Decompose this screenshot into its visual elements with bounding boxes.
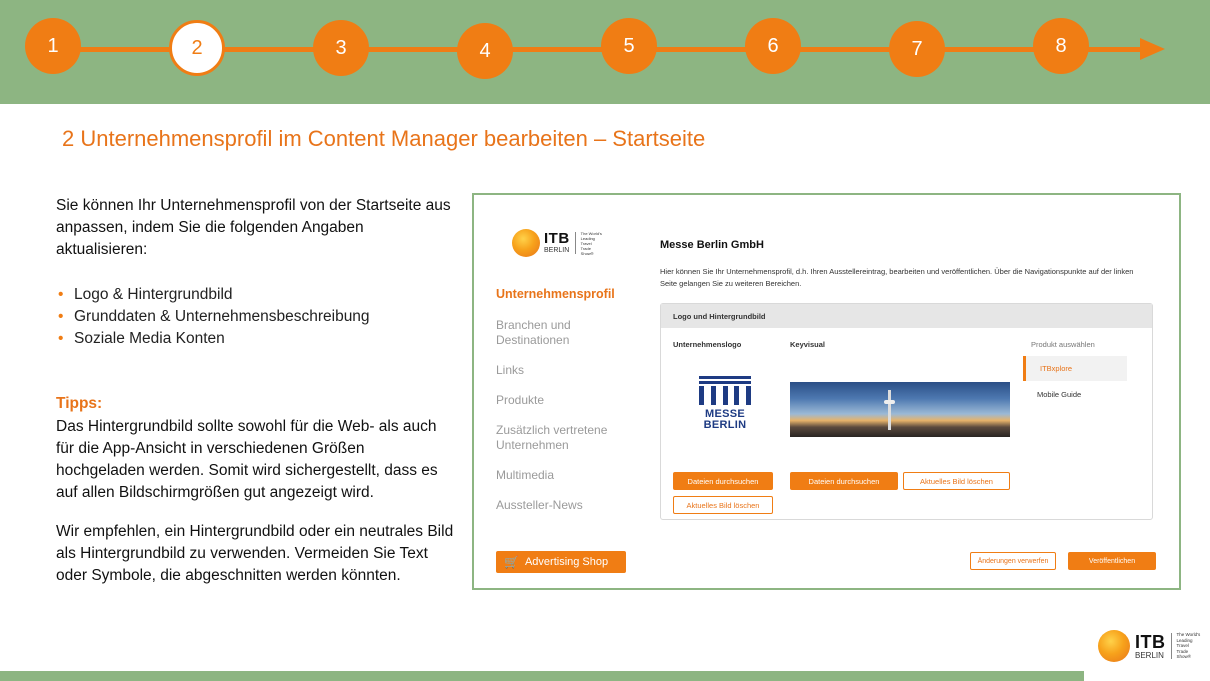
step-8[interactable]: 8: [1033, 18, 1089, 74]
product-item-mobile-guide[interactable]: Mobile Guide: [1023, 382, 1127, 407]
tips-text-2: Wir empfehlen, ein Hintergrundbild oder …: [56, 523, 454, 584]
messe-logo-text: MESSE BERLIN: [703, 408, 747, 431]
footer-logo-tagline: The World's Leading Travel Trade Show®: [1176, 632, 1201, 660]
footer-itb-logo: ITB BERLIN The World's Leading Travel Tra…: [1098, 630, 1201, 662]
logo-tagline: The World's Leading Travel Trade Show®: [580, 230, 602, 256]
cm-sidebar: Unternehmensprofil Branchen und Destinat…: [496, 287, 626, 513]
step-bar: 1 2 3 4 5 6 7 8: [0, 0, 1210, 104]
messe-berlin-logo: MESSE BERLIN: [699, 376, 751, 431]
footer-logo-wordmark: ITB: [1135, 631, 1166, 652]
nav-item-produkte[interactable]: Produkte: [496, 393, 626, 408]
browse-keyvisual-button[interactable]: Dateien durchsuchen: [790, 472, 898, 490]
globe-icon: [1098, 630, 1130, 662]
logo-background-card: Logo und Hintergrundbild Unternehmenslog…: [660, 303, 1153, 520]
keyvisual-label: Keyvisual: [790, 340, 826, 349]
list-item: Soziale Media Konten: [56, 328, 456, 350]
product-select-label: Produkt auswählen: [1031, 340, 1095, 349]
bullet-list: Logo & Hintergrundbild Grunddaten & Unte…: [56, 284, 456, 350]
tips-heading: Tipps:: [56, 395, 103, 412]
nav-item-links[interactable]: Links: [496, 363, 626, 378]
list-item: Grunddaten & Unternehmensbeschreibung: [56, 306, 456, 328]
itb-logo: ITB BERLIN The World's Leading Travel Tra…: [512, 229, 603, 257]
step-1[interactable]: 1: [25, 18, 81, 74]
card-title: Logo und Hintergrundbild: [661, 304, 1152, 328]
footer-bar: [0, 671, 1084, 681]
step-7[interactable]: 7: [889, 21, 945, 77]
nav-item-unternehmensprofil[interactable]: Unternehmensprofil: [496, 287, 626, 302]
nav-item-branchen[interactable]: Branchen und Destinationen: [496, 318, 586, 348]
delete-keyvisual-button[interactable]: Aktuelles Bild löschen: [903, 472, 1010, 490]
nav-item-zusaetzlich[interactable]: Zusätzlich vertretene Unternehmen: [496, 423, 616, 453]
intro-text: Sie können Ihr Unternehmensprofil von de…: [56, 197, 451, 258]
product-item-itbxplore[interactable]: ITBxplore: [1023, 356, 1127, 381]
content-manager-screenshot: ITB BERLIN The World's Leading Travel Tra…: [472, 193, 1181, 590]
step-6[interactable]: 6: [745, 18, 801, 74]
nav-item-aussteller-news[interactable]: Aussteller-News: [496, 498, 626, 513]
step-4[interactable]: 4: [457, 23, 513, 79]
discard-changes-button[interactable]: Änderungen verwerfen: [970, 552, 1056, 570]
advertising-shop-label: Advertising Shop: [524, 556, 609, 568]
list-item: Logo & Hintergrundbild: [56, 284, 456, 306]
step-2[interactable]: 2: [169, 20, 225, 76]
delete-logo-button[interactable]: Aktuelles Bild löschen: [673, 496, 773, 514]
publish-button[interactable]: Veröffentlichen: [1068, 552, 1156, 570]
logo-wordmark: ITB: [544, 229, 570, 247]
arrow-right-icon: [1140, 38, 1165, 60]
page-title: 2 Unternehmensprofil im Content Manager …: [62, 126, 706, 151]
nav-item-multimedia[interactable]: Multimedia: [496, 468, 626, 483]
company-description: Hier können Sie Ihr Unternehmensprofil, …: [660, 267, 1134, 288]
step-5[interactable]: 5: [601, 18, 657, 74]
browse-logo-button[interactable]: Dateien durchsuchen: [673, 472, 773, 490]
advertising-shop-button[interactable]: 🛒 Advertising Shop: [496, 551, 626, 573]
tips-text: Das Hintergrundbild sollte sowohl für di…: [56, 418, 438, 501]
step-3[interactable]: 3: [313, 20, 369, 76]
globe-icon: [512, 229, 540, 257]
logo-label: Unternehmenslogo: [673, 340, 742, 349]
keyvisual-image: [790, 382, 1010, 437]
cart-icon: 🛒: [504, 555, 519, 569]
logo-city: BERLIN: [544, 246, 570, 254]
footer-logo-city: BERLIN: [1135, 650, 1164, 660]
company-name: Messe Berlin GmbH: [660, 239, 764, 251]
